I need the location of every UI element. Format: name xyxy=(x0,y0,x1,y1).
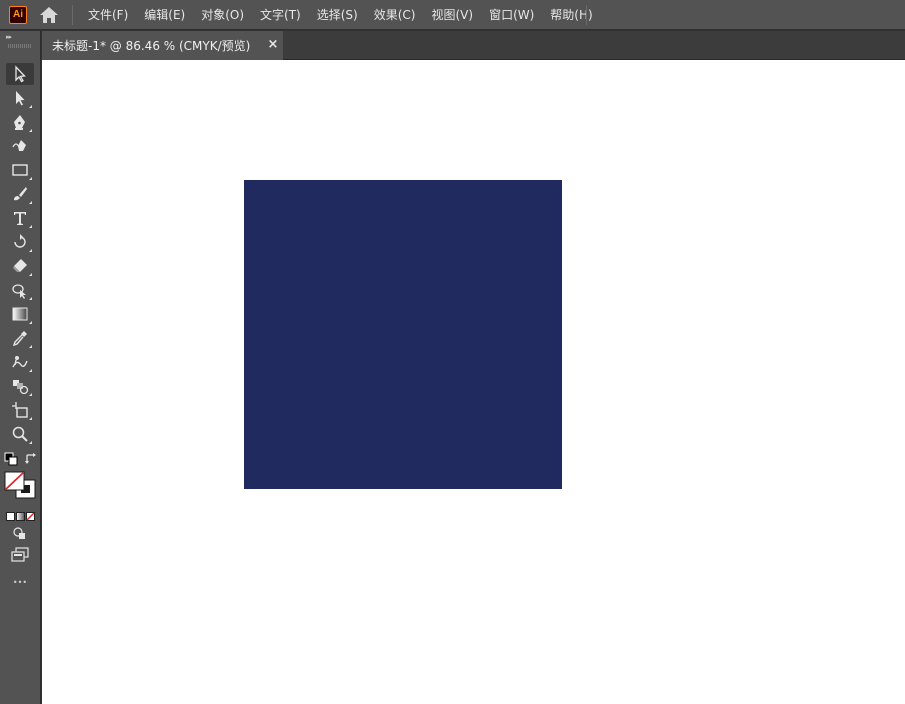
blend-tool-icon xyxy=(13,380,29,395)
document-tab-bar: 未标题-1* @ 86.46 % (CMYK/预览) × xyxy=(42,31,905,60)
fill-stroke-swatches[interactable] xyxy=(4,471,38,499)
draw-mode-button[interactable] xyxy=(12,525,28,539)
menu-help[interactable]: 帮助(H) xyxy=(542,4,600,26)
draw-mode-icon xyxy=(13,527,25,539)
menu-file[interactable]: 文件(F) xyxy=(80,4,136,26)
menu-type[interactable]: 文字(T) xyxy=(252,4,309,26)
panel-grip[interactable] xyxy=(8,44,32,48)
edit-toolbar-button[interactable]: ••• xyxy=(8,577,32,589)
document-tab[interactable]: 未标题-1* @ 86.46 % (CMYK/预览) xyxy=(42,31,283,60)
eyedropper-tool-icon xyxy=(12,331,27,347)
menu-effect[interactable]: 效果(C) xyxy=(366,4,424,26)
rotate-tool[interactable] xyxy=(6,231,34,253)
menu-object[interactable]: 对象(O) xyxy=(193,4,252,26)
menu-select[interactable]: 选择(S) xyxy=(309,4,366,26)
artboard-canvas[interactable] xyxy=(42,60,905,704)
rectangle-tool[interactable] xyxy=(6,159,34,181)
zoom-tool-icon xyxy=(12,426,28,442)
color-mode-buttons[interactable] xyxy=(6,507,36,521)
artboard-tool[interactable] xyxy=(6,399,34,421)
swap-arrow-icon xyxy=(25,453,36,464)
menu-window[interactable]: 窗口(W) xyxy=(481,4,542,26)
pen-tool[interactable] xyxy=(6,111,34,133)
fill-stroke-icon xyxy=(4,471,36,499)
tools-panel: ▸▸ ••• xyxy=(0,31,41,704)
navy-rectangle-shape[interactable] xyxy=(244,180,562,489)
close-icon: × xyxy=(267,37,279,52)
default-fill-stroke-button[interactable] xyxy=(4,451,18,466)
selection-tool[interactable] xyxy=(6,63,34,85)
shape-builder-tool[interactable] xyxy=(6,279,34,301)
curvature-tool-icon xyxy=(12,140,26,151)
selection-tool-icon xyxy=(15,65,26,83)
gradient-tool[interactable] xyxy=(6,303,34,325)
screen-mode-button[interactable] xyxy=(10,547,30,563)
close-tab-button[interactable]: × xyxy=(266,38,280,52)
home-icon xyxy=(40,7,58,23)
artboard-tool-icon xyxy=(12,402,28,418)
collapse-panel-icon[interactable]: ▸▸ xyxy=(6,33,12,41)
puppet-warp-tool[interactable] xyxy=(6,351,34,373)
menu-divider-end xyxy=(586,5,587,25)
swap-fill-stroke-button[interactable] xyxy=(24,451,38,465)
rotate-tool-icon xyxy=(14,234,26,248)
menu-view[interactable]: 视图(V) xyxy=(423,4,481,26)
eyedropper-tool[interactable] xyxy=(6,327,34,349)
color-gradient-none-icon xyxy=(6,512,35,521)
rectangle-tool-icon xyxy=(12,164,28,176)
menu-items: 文件(F) 编辑(E) 对象(O) 文字(T) 选择(S) 效果(C) 视图(V… xyxy=(80,0,601,30)
direct-selection-tool-icon xyxy=(16,91,25,106)
zoom-tool[interactable] xyxy=(6,423,34,445)
menu-bar: Ai 文件(F) 编辑(E) 对象(O) 文字(T) 选择(S) 效果(C) 视… xyxy=(0,0,905,30)
default-colors-icon xyxy=(4,452,18,466)
home-button[interactable] xyxy=(37,5,61,25)
paintbrush-tool-icon xyxy=(14,187,27,201)
menu-edit[interactable]: 编辑(E) xyxy=(136,4,193,26)
blend-tool[interactable] xyxy=(6,375,34,397)
type-tool-icon xyxy=(14,212,26,225)
puppet-warp-tool-icon xyxy=(12,356,28,368)
screen-mode-icon xyxy=(11,547,29,562)
paintbrush-tool[interactable] xyxy=(6,183,34,205)
gradient-tool-icon xyxy=(12,307,28,321)
direct-selection-tool[interactable] xyxy=(6,87,34,109)
document-tab-title: 未标题-1* @ 86.46 % (CMYK/预览) xyxy=(52,39,251,53)
eraser-tool[interactable] xyxy=(6,255,34,277)
shape-builder-tool-icon xyxy=(12,284,26,299)
pen-tool-icon xyxy=(14,115,25,130)
menu-divider xyxy=(72,5,73,25)
app-logo: Ai xyxy=(9,6,27,24)
type-tool[interactable] xyxy=(6,207,34,229)
curvature-tool[interactable] xyxy=(6,135,34,157)
eraser-tool-icon xyxy=(13,259,27,272)
